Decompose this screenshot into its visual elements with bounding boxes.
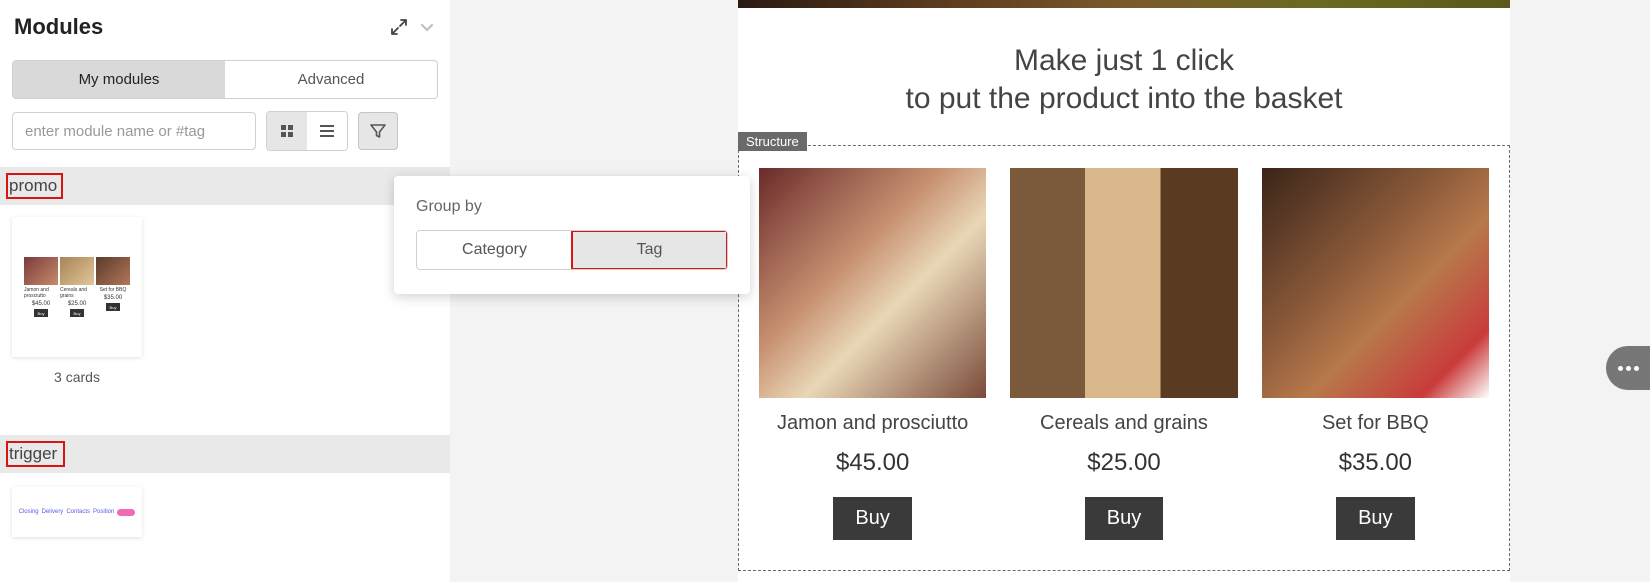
thumb-link: Position	[93, 509, 114, 515]
product-card: Jamon and prosciutto $45.00 Buy	[759, 168, 986, 540]
thumb-image-icon	[60, 257, 94, 285]
buy-button[interactable]: Buy	[1085, 497, 1163, 540]
tools-row	[12, 111, 438, 151]
thumb-link: Delivery	[42, 509, 64, 515]
thumb-link: Closing	[19, 509, 39, 515]
grid-view-button[interactable]	[267, 112, 307, 150]
cards-row: Jamon and prosciutto $45.00 Buy Cereals …	[759, 168, 1489, 540]
view-toggle	[266, 111, 348, 151]
more-icon	[1618, 366, 1639, 371]
thumb-link: Contacts	[66, 509, 90, 515]
chevron-down-icon[interactable]	[416, 16, 438, 38]
buy-button[interactable]: Buy	[833, 497, 911, 540]
thumb-image-icon	[96, 257, 130, 285]
product-card: Set for BBQ $35.00 Buy	[1262, 168, 1489, 540]
groupby-popup: Group by Category Tag	[394, 176, 750, 294]
product-image-icon	[1010, 168, 1237, 398]
group-label-trigger: trigger	[6, 441, 65, 467]
thumb-buy: Buy	[106, 303, 120, 311]
thumb-title: Set for BBQ	[100, 287, 127, 293]
more-options-button[interactable]	[1606, 346, 1650, 390]
thumb-title: Cereals and grains	[60, 287, 94, 299]
headline: Make just 1 click to put the product int…	[738, 42, 1510, 117]
tab-advanced[interactable]: Advanced	[225, 61, 437, 98]
groupby-tab-tag[interactable]: Tag	[572, 231, 727, 269]
structure-block[interactable]: Structure Jamon and prosciutto $45.00 Bu…	[738, 145, 1510, 571]
module-card-trigger[interactable]: Closing Delivery Contacts Position	[12, 487, 142, 537]
groupby-tabs: Category Tag	[416, 230, 728, 270]
thumb-image-icon	[24, 257, 58, 285]
product-price: $25.00	[1087, 449, 1160, 477]
thumb-buy: Buy	[70, 309, 84, 317]
thumb-title: Jamon and prosciutto	[24, 287, 58, 299]
buy-button[interactable]: Buy	[1336, 497, 1414, 540]
group-header-promo: promo	[0, 167, 450, 205]
hero-image-icon	[738, 0, 1510, 8]
groupby-tab-category[interactable]: Category	[417, 231, 572, 269]
product-title: Jamon and prosciutto	[777, 412, 968, 435]
modules-tabs: My modules Advanced	[12, 60, 438, 99]
module-caption: 3 cards	[12, 369, 142, 385]
panel-title: Modules	[14, 14, 103, 40]
headline-line2: to put the product into the basket	[906, 82, 1343, 115]
product-card: Cereals and grains $25.00 Buy	[1010, 168, 1237, 540]
product-image-icon	[1262, 168, 1489, 398]
list-view-button[interactable]	[307, 112, 347, 150]
module-card-3cards[interactable]: Jamon and prosciutto $45.00 Buy Cereals …	[12, 217, 142, 385]
panel-header: Modules	[0, 0, 450, 54]
email-canvas[interactable]: Make just 1 click to put the product int…	[738, 0, 1510, 582]
product-title: Cereals and grains	[1040, 412, 1208, 435]
thumb-price: $35.00	[104, 295, 122, 301]
product-price: $35.00	[1339, 449, 1412, 477]
product-price: $45.00	[836, 449, 909, 477]
thumb-price: $25.00	[68, 301, 86, 307]
thumb-price: $45.00	[32, 301, 50, 307]
product-image-icon	[759, 168, 986, 398]
thumb-buy: Buy	[34, 309, 48, 317]
groupby-label: Group by	[416, 198, 728, 216]
modules-panel: Modules My modules Advanced promo	[0, 0, 450, 582]
tab-my-modules[interactable]: My modules	[13, 61, 225, 98]
panel-header-actions	[388, 16, 438, 38]
filter-button[interactable]	[358, 112, 398, 150]
module-thumbnail: Jamon and prosciutto $45.00 Buy Cereals …	[12, 217, 142, 357]
thumb-pill-icon	[117, 509, 135, 516]
group-label-promo: promo	[6, 173, 63, 199]
group-header-trigger: trigger	[0, 435, 450, 473]
product-title: Set for BBQ	[1322, 412, 1429, 435]
structure-label: Structure	[738, 132, 807, 151]
expand-icon[interactable]	[388, 16, 410, 38]
search-input[interactable]	[12, 112, 256, 150]
headline-line1: Make just 1 click	[1014, 44, 1234, 77]
